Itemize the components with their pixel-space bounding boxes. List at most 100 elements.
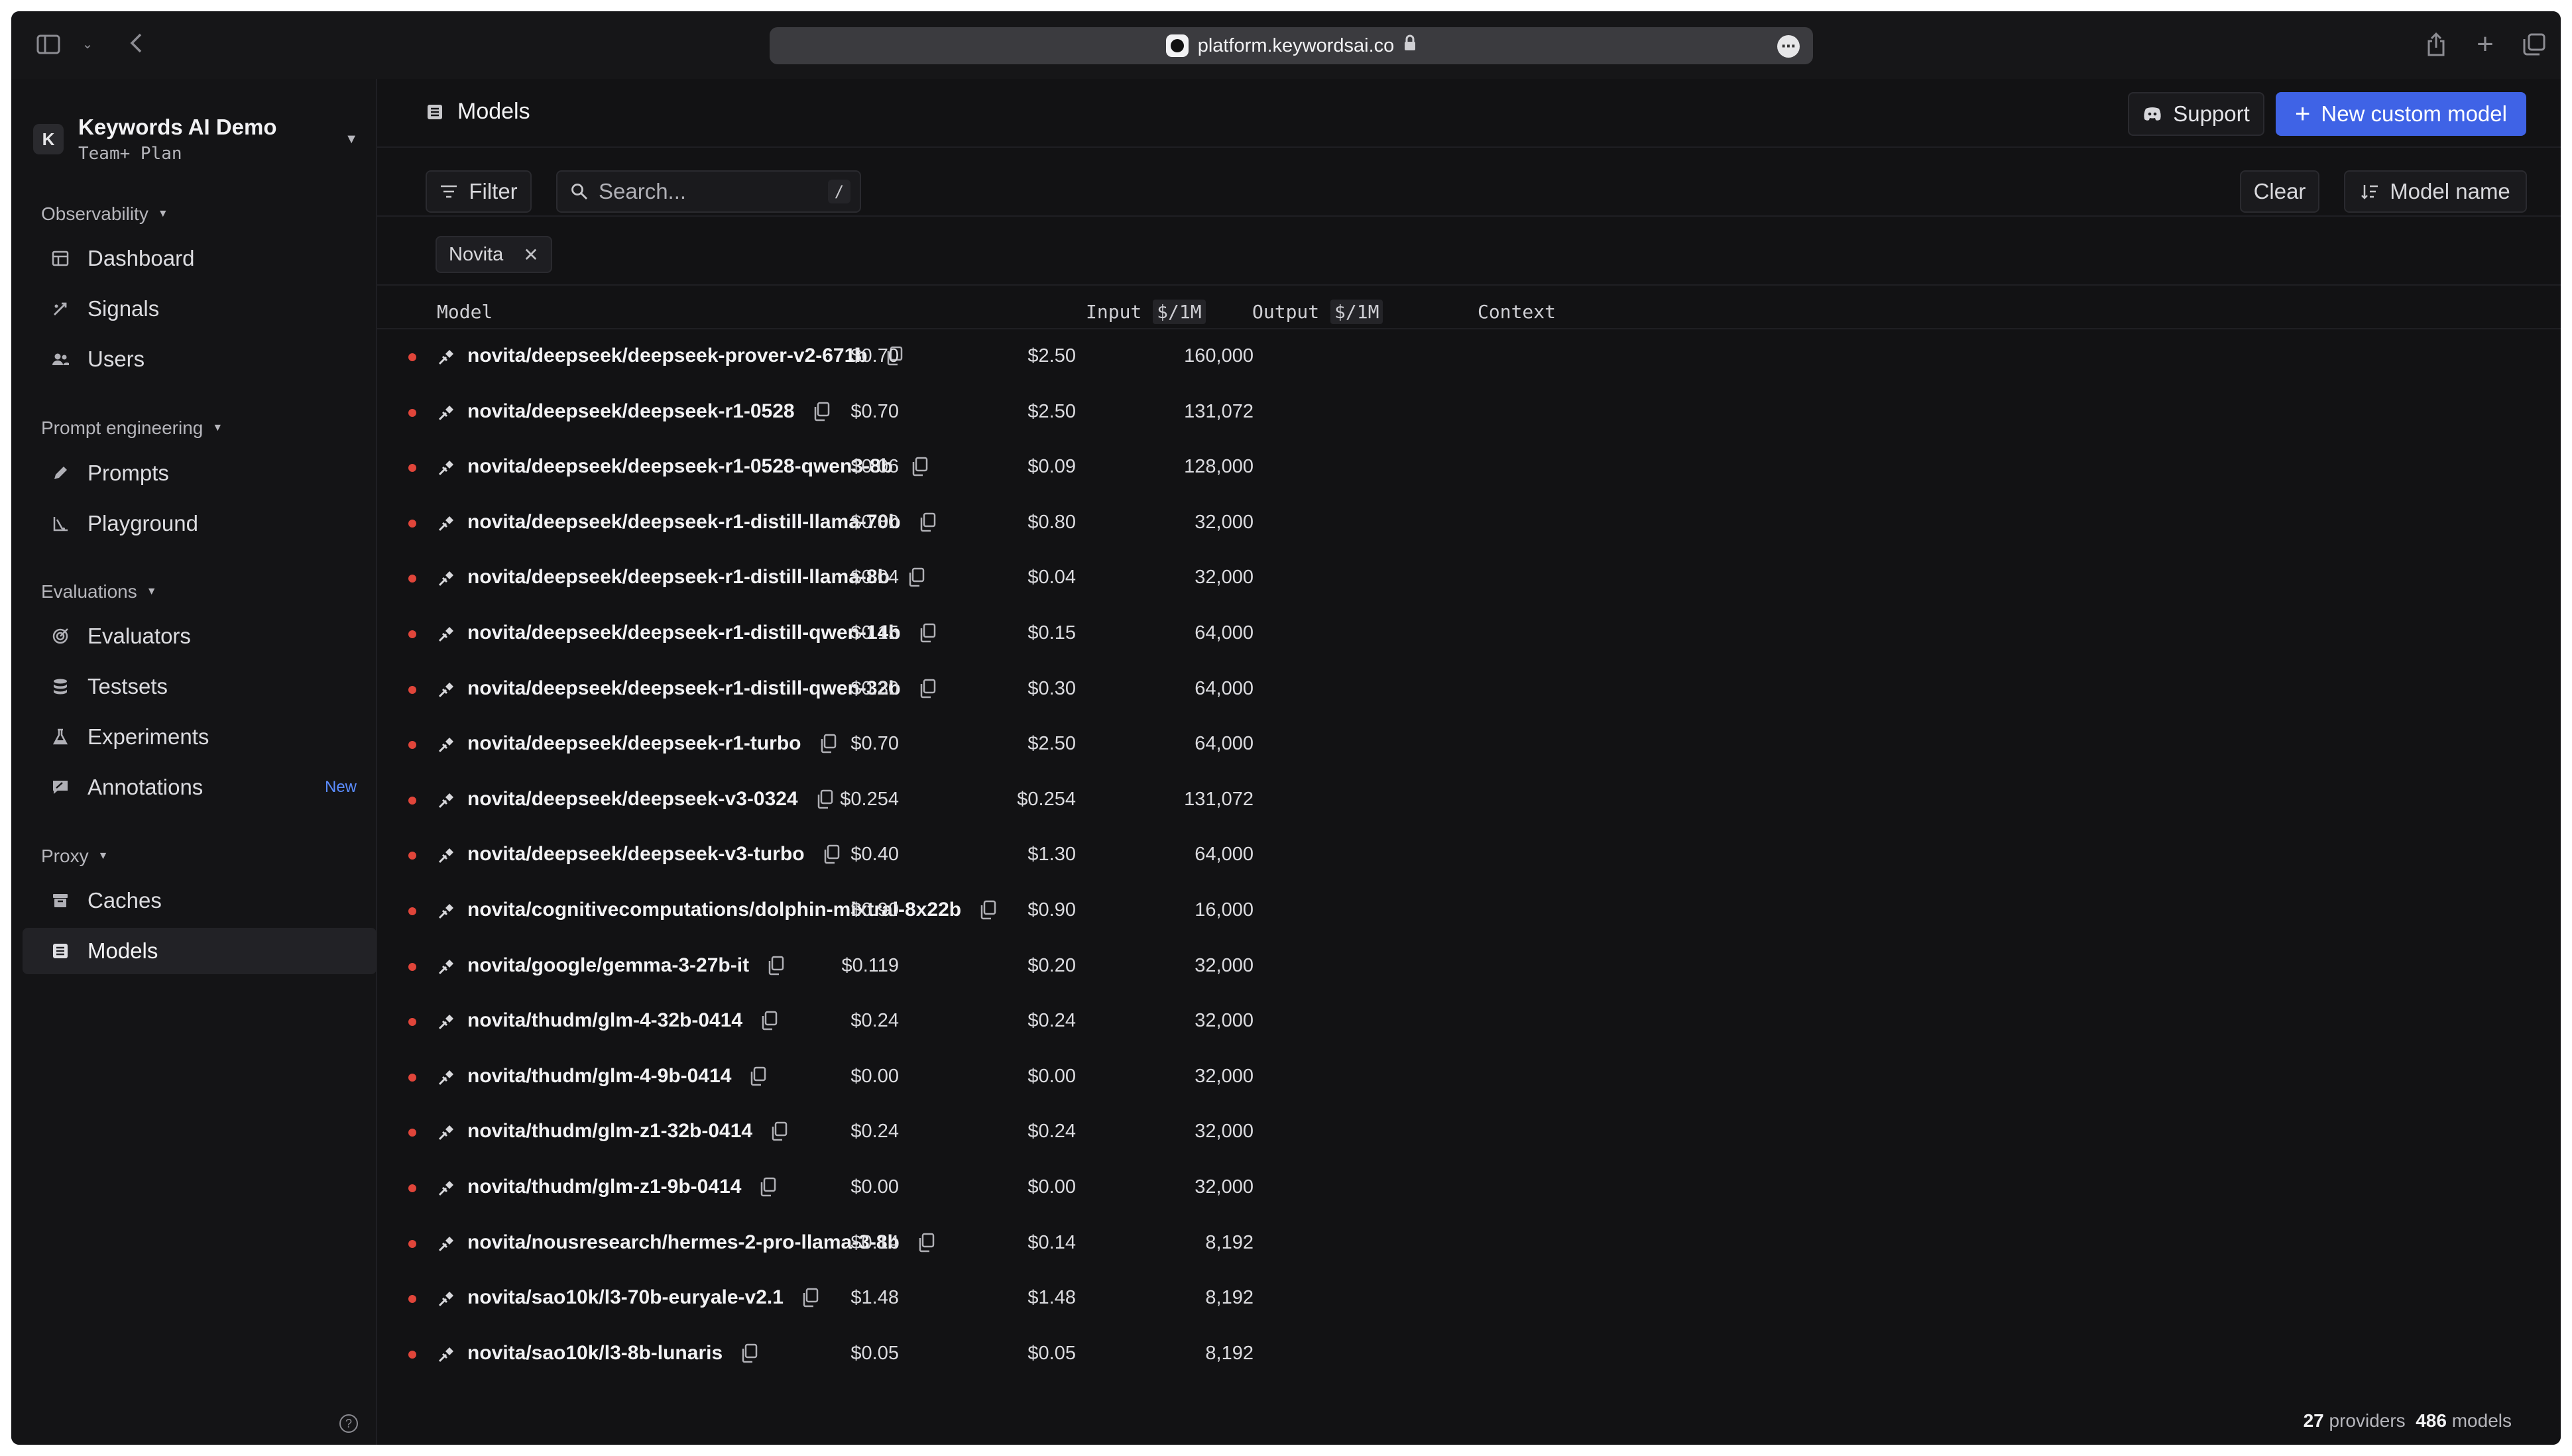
table-footer-summary: 27 providers 486 models [2304,1410,2512,1431]
copy-icon[interactable] [770,1121,788,1141]
input-price-cell: $1.48 [850,1287,899,1309]
table-row[interactable]: novita/deepseek/deepseek-r1-distill-qwen… [377,662,2561,717]
search-box[interactable]: / [556,170,861,213]
column-header-context[interactable]: Context [1478,301,1556,323]
output-price-cell: $0.14 [1027,1231,1076,1253]
table-row[interactable]: novita/thudm/glm-4-32b-0414 $0.24 $0.24 32,… [377,994,2561,1049]
sidebar-item-dashboard[interactable]: Dashboard [23,235,377,282]
output-price-cell: $0.05 [1027,1342,1076,1364]
copy-icon[interactable] [907,567,925,587]
model-name: novita/thudm/glm-z1-9b-0414 [467,1176,742,1198]
sidebar-item-caches[interactable]: Caches [23,877,377,924]
column-header-input[interactable]: Input $/1M [1086,300,1206,324]
input-price-cell: $0.30 [850,677,899,699]
model-type-icon [437,1235,455,1253]
copy-icon[interactable] [760,1011,778,1031]
table-row[interactable]: novita/deepseek/deepseek-r1-0528-qwen3-8… [377,440,2561,495]
copy-icon[interactable] [812,402,831,421]
input-price-cell: $0.90 [850,899,899,921]
model-name-cell: novita/deepseek/deepseek-r1-turbo [467,732,837,755]
new-tab-icon[interactable]: + [2472,28,2498,60]
help-icon[interactable]: ? [339,1414,358,1433]
section-label: Prompt engineering [41,418,204,438]
table-row[interactable]: novita/deepseek/deepseek-r1-distill-llam… [377,496,2561,551]
copy-icon[interactable] [918,679,937,699]
copy-icon[interactable] [801,1288,819,1308]
sort-model-name-button[interactable]: Model name [2344,170,2527,213]
copy-icon[interactable] [740,1343,758,1363]
clear-button[interactable]: Clear [2240,170,2319,213]
table-row[interactable]: novita/deepseek/deepseek-prover-v2-671b $… [377,329,2561,384]
copy-icon[interactable] [819,734,837,754]
table-row[interactable]: novita/nousresearch/hermes-2-pro-llama-3… [377,1216,2561,1271]
tabs-overview-icon[interactable] [2521,31,2547,58]
copy-icon[interactable] [822,844,841,864]
copy-icon[interactable] [766,956,785,976]
sidebar-item-testsets[interactable]: Testsets [23,663,377,710]
table-row[interactable]: novita/sao10k/l3-8b-lunaris $0.05 $0.05 8,1… [377,1327,2561,1382]
copy-icon[interactable] [917,1233,935,1253]
section-prompt-engineering[interactable]: Prompt engineering ▼ [41,418,223,439]
model-type-icon [437,958,455,976]
support-button[interactable]: Support [2128,92,2264,136]
copy-icon[interactable] [978,900,997,920]
sidebar-item-annotations[interactable]: Annotations New [23,764,377,811]
filter-button[interactable]: Filter [426,170,532,213]
sidebar-item-label: Signals [88,296,160,321]
model-type-icon [437,681,455,699]
section-evaluations[interactable]: Evaluations ▼ [41,581,157,602]
table-row[interactable]: novita/deepseek/deepseek-r1-turbo $0.70 $2… [377,717,2561,772]
sidebar-item-experiments[interactable]: Experiments [23,714,377,760]
sidebar-item-playground[interactable]: Playground [23,500,377,547]
status-dot [408,1184,416,1192]
address-bar[interactable]: platform.keywordsai.co ⋯ [770,27,1813,64]
copy-icon[interactable] [815,789,834,809]
table-row[interactable]: novita/deepseek/deepseek-r1-distill-llam… [377,551,2561,606]
model-name: novita/thudm/glm-z1-32b-0414 [467,1120,753,1143]
copy-icon[interactable] [910,457,929,476]
input-price-cell: $0.40 [850,844,899,866]
column-header-output[interactable]: Output $/1M [1252,300,1383,324]
search-input[interactable] [599,179,817,204]
model-name: novita/deepseek/deepseek-r1-distill-llam… [467,566,890,588]
section-proxy[interactable]: Proxy ▼ [41,846,108,867]
sidebar-item-models[interactable]: Models [23,928,377,974]
new-custom-model-button[interactable]: + New custom model [2276,92,2526,136]
providers-count: 27 [2303,1410,2324,1431]
filter-chip-provider[interactable]: Novita ✕ [436,236,552,273]
share-icon[interactable] [2423,30,2449,59]
sidebar-item-prompts[interactable]: Prompts [23,450,377,496]
models-count: 486 [2416,1410,2447,1431]
table-row[interactable]: novita/deepseek/deepseek-v3-turbo $0.40 $1… [377,828,2561,883]
column-header-model[interactable]: Model [437,301,493,323]
table-row[interactable]: novita/thudm/glm-z1-32b-0414 $0.24 $0.24 32… [377,1105,2561,1160]
workspace-switcher[interactable]: K Keywords AI Demo Team+ Plan ▼ [33,109,371,169]
context-cell: 32,000 [1195,1010,1254,1032]
close-icon[interactable]: ✕ [523,244,538,266]
table-row[interactable]: novita/deepseek/deepseek-v3-0324 $0.254 $0… [377,773,2561,828]
sidebar-item-signals[interactable]: Signals [23,286,377,332]
status-dot [408,630,416,638]
column-unit: $/1M [1330,300,1383,324]
table-row[interactable]: novita/deepseek/deepseek-r1-0528 $0.70 $2.… [377,385,2561,440]
table-row[interactable]: novita/google/gemma-3-27b-it $0.119 $0.20 3… [377,939,2561,994]
more-options-icon[interactable]: ⋯ [1777,35,1800,58]
copy-icon[interactable] [748,1066,767,1086]
models-icon [50,941,70,961]
copy-icon[interactable] [918,512,937,532]
table-row[interactable]: novita/sao10k/l3-70b-euryale-v2.1 $1.48 $1… [377,1271,2561,1326]
back-icon[interactable] [123,30,149,56]
sidebar-item-evaluators[interactable]: Evaluators [23,613,377,659]
table-row[interactable]: novita/thudm/glm-z1-9b-0414 $0.00 $0.00 32,… [377,1160,2561,1215]
archive-icon [50,891,70,911]
table-row[interactable]: novita/deepseek/deepseek-r1-distill-qwen… [377,606,2561,661]
table-row[interactable]: novita/thudm/glm-4-9b-0414 $0.00 $0.00 32,0… [377,1050,2561,1105]
copy-icon[interactable] [918,623,937,643]
table-row[interactable]: novita/cognitivecomputations/dolphin-mix… [377,883,2561,938]
sidebar-item-users[interactable]: Users [23,336,377,382]
chevron-down-icon[interactable]: ⌄ [78,34,97,54]
copy-icon[interactable] [758,1177,777,1197]
sidebar-toggle-icon[interactable] [35,31,62,58]
section-observability[interactable]: Observability ▼ [41,203,168,225]
context-cell: 32,000 [1195,567,1254,588]
